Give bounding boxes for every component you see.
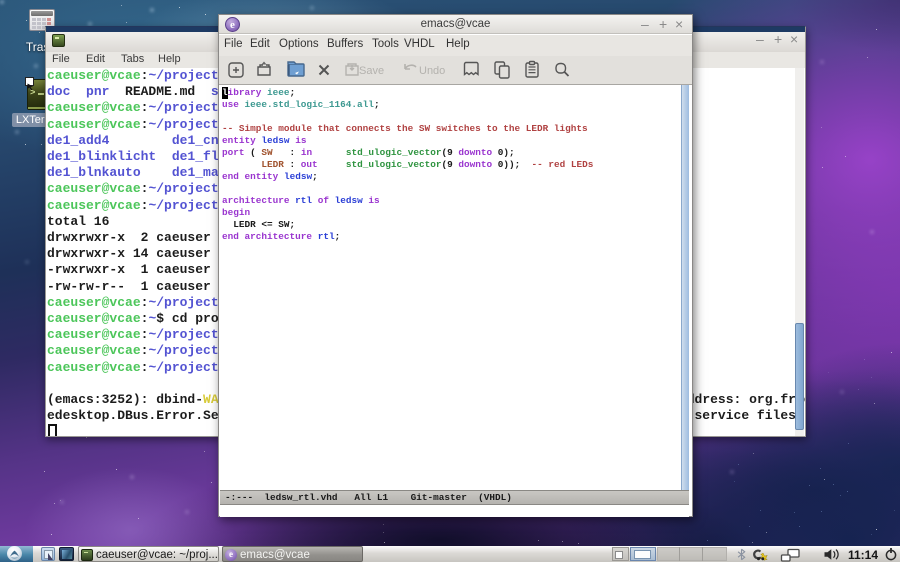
svg-text:Save: Save [359,65,384,77]
svg-text:Undo: Undo [419,65,445,77]
